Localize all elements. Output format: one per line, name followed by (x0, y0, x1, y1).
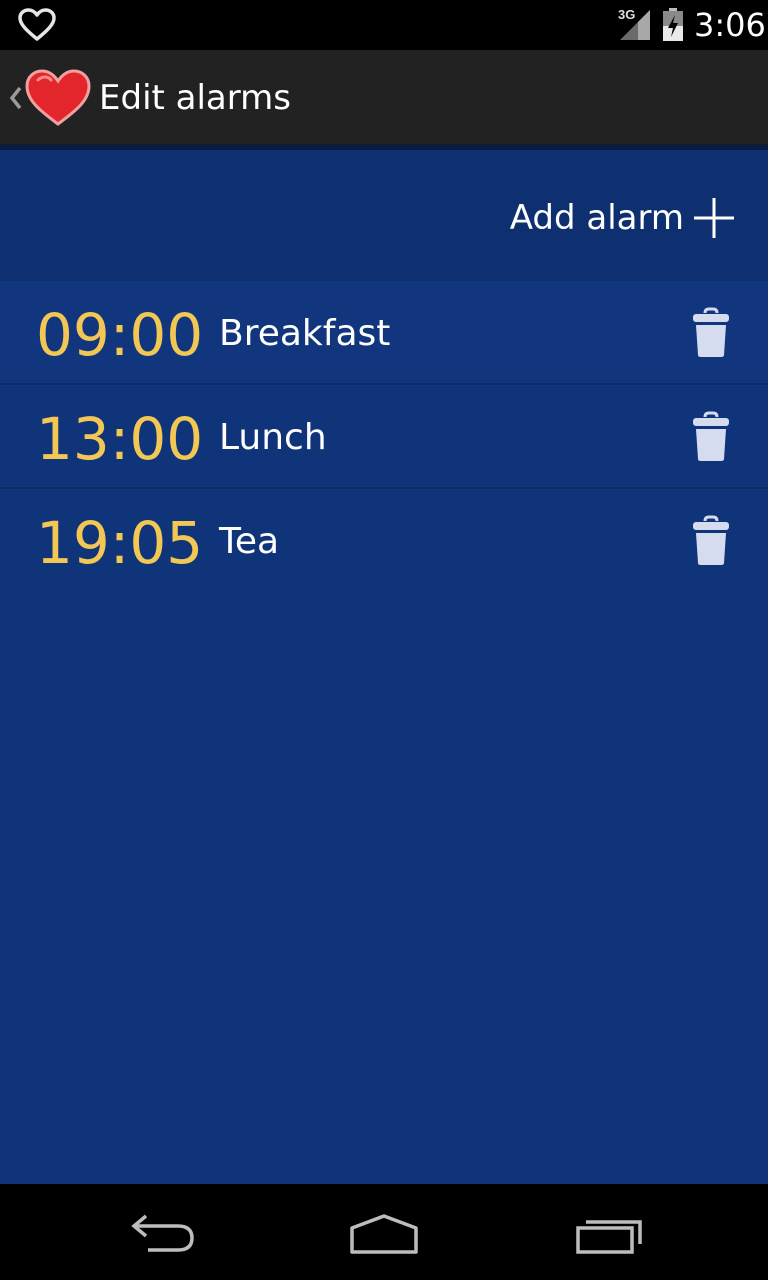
status-bar: 3G 3:06 (0, 0, 768, 50)
page-title: Edit alarms (99, 78, 291, 118)
alarm-time: 09:00 (36, 301, 204, 369)
recents-icon[interactable] (570, 1208, 650, 1256)
alarm-name: Breakfast (219, 313, 391, 354)
alarm-list: 09:00 Breakfast 13:00 Lunch 19:05 Tea (0, 281, 768, 591)
home-icon[interactable] (344, 1208, 424, 1256)
delete-alarm-button[interactable] (688, 515, 734, 567)
trash-icon (693, 515, 729, 565)
alarm-name: Tea (219, 521, 280, 562)
battery-charging-icon (663, 8, 683, 41)
heart-outline-icon (18, 8, 56, 41)
delete-alarm-button[interactable] (688, 307, 734, 359)
trash-icon (693, 307, 729, 357)
alarm-row[interactable]: 19:05 Tea (0, 489, 768, 591)
alarm-name: Lunch (219, 417, 327, 458)
alarm-content: Add alarm 09:00 Breakfast 13:00 Lunch 19… (0, 150, 768, 1184)
nav-bar (0, 1184, 768, 1280)
action-bar: Edit alarms (0, 50, 768, 144)
delete-alarm-button[interactable] (688, 411, 734, 463)
up-caret-icon[interactable] (6, 84, 24, 112)
add-alarm-row: Add alarm (0, 150, 768, 281)
alarm-row[interactable]: 09:00 Breakfast (0, 281, 768, 385)
back-icon[interactable] (122, 1208, 202, 1256)
alarm-time: 19:05 (36, 509, 204, 577)
plus-icon (694, 198, 734, 238)
signal-icon: 3G (618, 8, 652, 42)
add-alarm-button[interactable]: Add alarm (510, 194, 736, 242)
add-alarm-label: Add alarm (509, 198, 684, 238)
trash-icon (693, 411, 729, 461)
heart-logo-icon[interactable] (24, 68, 92, 128)
status-time: 3:06 (694, 6, 766, 44)
alarm-time: 13:00 (36, 405, 204, 473)
screen: 3G 3:06 Edit alarms Add alarm 09:00 Brea… (0, 0, 768, 1280)
alarm-row[interactable]: 13:00 Lunch (0, 385, 768, 489)
